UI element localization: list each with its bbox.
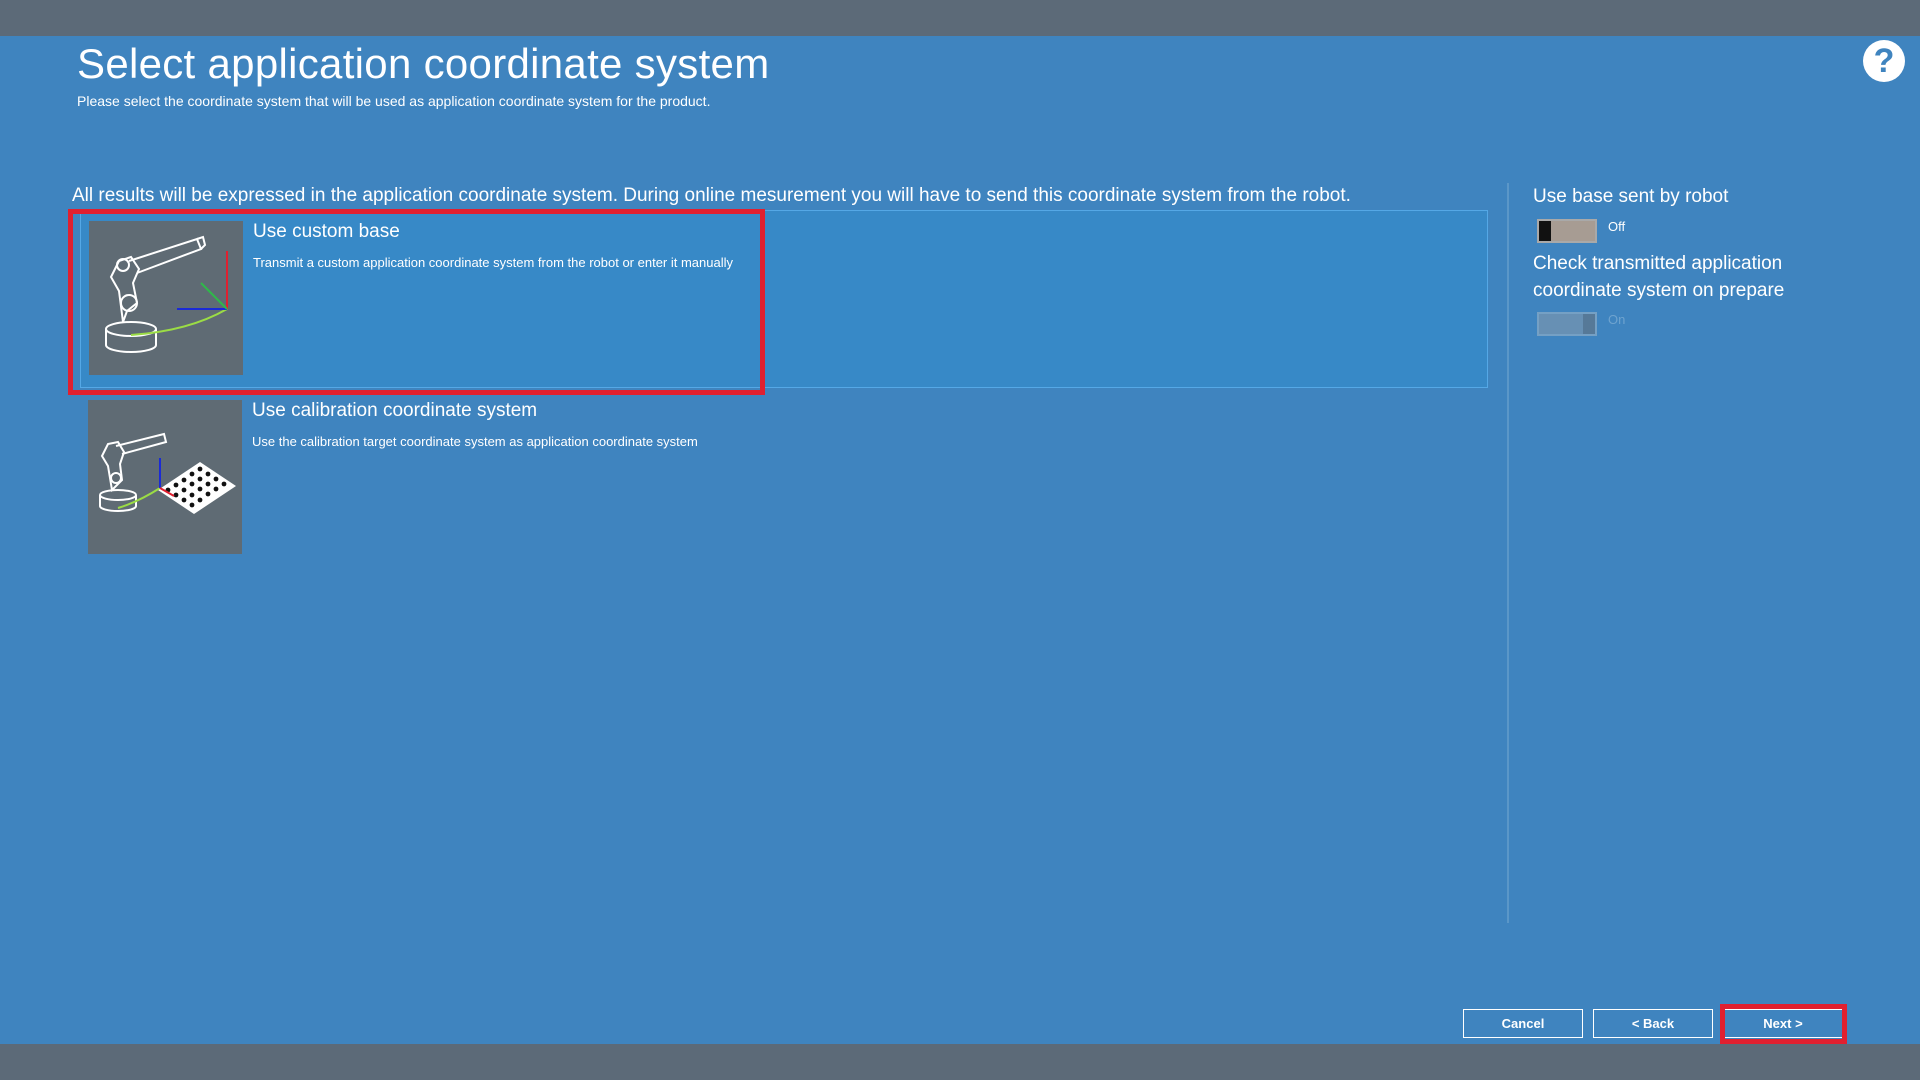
top-bar [0,0,1920,36]
help-icon[interactable]: ? [1863,40,1905,82]
option-title: Use calibration coordinate system [252,400,538,421]
option-calibration-coordinate-system[interactable]: Use calibration coordinate system Use th… [80,390,1488,568]
toggle-knob [1583,314,1595,334]
panel-divider [1507,183,1509,923]
page-subtitle: Please select the coordinate system that… [77,93,711,109]
use-base-state: Off [1608,219,1626,234]
info-text: All results will be expressed in the app… [72,185,1351,206]
toggle-knob [1539,221,1551,241]
page-title: Select application coordinate system [77,40,770,87]
robot-custom-base-icon [89,221,243,375]
option-title: Use custom base [253,221,400,242]
robot-calibration-plate-icon [88,400,242,554]
use-base-toggle[interactable] [1537,219,1597,243]
check-coordinate-label: Check transmitted application coordinate… [1533,253,1785,301]
use-base-label: Use base sent by robot [1533,186,1729,207]
cancel-button[interactable]: Cancel [1463,1009,1583,1038]
option-description: Transmit a custom application coordinate… [253,255,734,270]
check-coordinate-state: On [1608,312,1626,327]
next-button[interactable]: Next > [1723,1009,1843,1038]
check-coordinate-toggle [1537,312,1597,336]
bottom-bar [0,1044,1920,1080]
back-button[interactable]: < Back [1593,1009,1713,1038]
option-description: Use the calibration target coordinate sy… [252,434,698,449]
option-custom-base[interactable]: Use custom base Transmit a custom applic… [80,210,1488,388]
